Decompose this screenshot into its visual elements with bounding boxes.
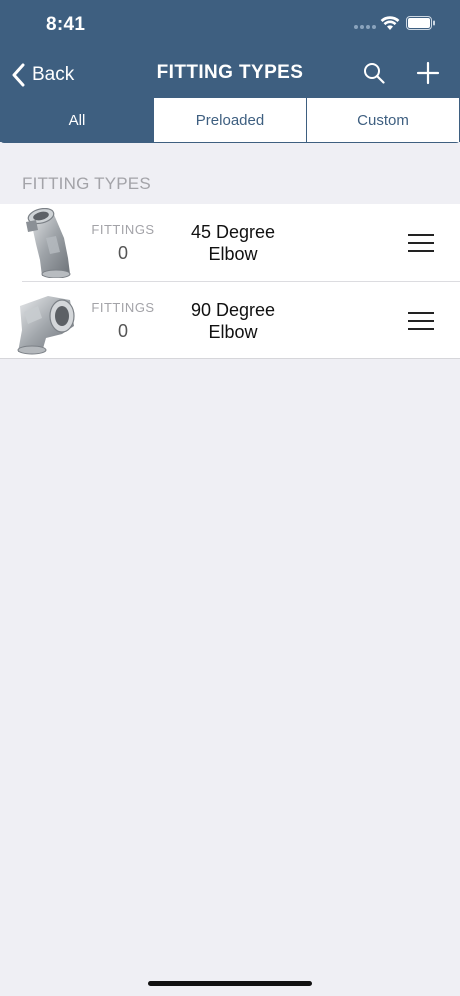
battery-icon (406, 16, 435, 30)
fitting-type-name-line2: Elbow (208, 244, 258, 264)
page-title: FITTING TYPES (156, 62, 304, 83)
segment-all[interactable]: All (1, 98, 154, 142)
reorder-handle-icon[interactable] (408, 234, 434, 252)
status-time: 8:41 (46, 14, 86, 35)
fittings-count-value: 0 (117, 243, 128, 263)
list-item[interactable]: FITTINGS 0 45 Degree Elbow (0, 204, 460, 281)
plus-icon (416, 61, 440, 85)
fitting-type-name-line1: 45 Degree (190, 222, 276, 242)
fittings-count-value: 0 (117, 321, 128, 341)
section-header: FITTING TYPES (22, 174, 151, 193)
fitting-types-screen: 8:41 Back FITTING TYPES All Preloaded Cu… (0, 0, 460, 996)
fittings-count-block: FITTINGS 0 (88, 222, 158, 264)
filter-segmented-control: All Preloaded Custom (0, 97, 460, 143)
wifi-icon (380, 16, 400, 30)
cellular-signal-icon (354, 24, 376, 30)
45-degree-elbow-image (26, 208, 71, 278)
navigation-bar: Back FITTING TYPES (0, 52, 460, 96)
fittings-count-block: FITTINGS 0 (88, 300, 158, 342)
home-indicator[interactable] (148, 981, 312, 986)
fitting-type-name-line2: Elbow (208, 322, 258, 342)
segment-custom[interactable]: Custom (307, 98, 459, 142)
status-bar: 8:41 (0, 0, 460, 48)
segment-preloaded[interactable]: Preloaded (154, 98, 307, 142)
search-button[interactable] (362, 61, 386, 90)
90-degree-elbow-image (17, 296, 75, 355)
list-item[interactable]: FITTINGS 0 90 Degree Elbow (17, 281, 460, 358)
fittings-count-label: FITTINGS (91, 222, 155, 237)
fitting-type-name-line1: 90 Degree (190, 300, 276, 320)
fitting-type-name: 45 Degree Elbow (170, 221, 296, 265)
fitting-type-name: 90 Degree Elbow (170, 299, 296, 343)
fittings-count-label: FITTINGS (91, 300, 155, 315)
add-fitting-type-button[interactable] (416, 61, 440, 90)
search-icon (364, 63, 385, 84)
reorder-handle-icon[interactable] (408, 312, 434, 330)
fitting-types-list: FITTINGS 0 45 Degree Elbow FITTINGS 0 90… (0, 204, 460, 359)
